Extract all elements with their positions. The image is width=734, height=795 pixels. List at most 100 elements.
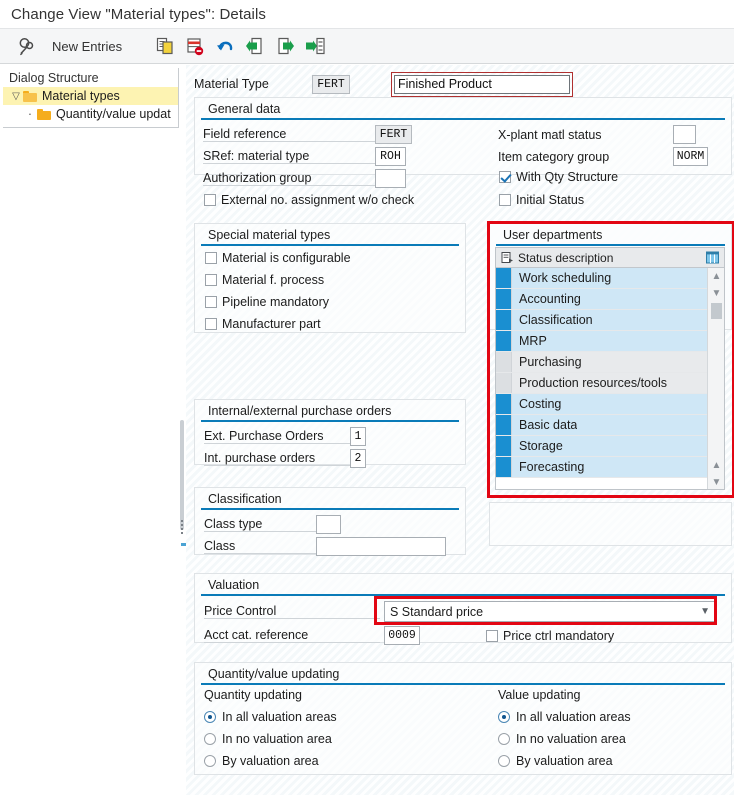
display-change-icon[interactable] (12, 31, 42, 61)
class-label: Class (204, 539, 316, 554)
authorization-group-row: Authorization group (203, 168, 453, 189)
class-row: Class (204, 536, 454, 557)
pipeline-mandatory-checkbox[interactable] (205, 296, 217, 308)
window-title: Change View "Material types": Details (11, 5, 267, 23)
pipeline-mandatory-row[interactable]: Pipeline mandatory (205, 295, 329, 309)
value-option-label: By valuation area (516, 754, 613, 768)
class-type-row: Class type (204, 514, 454, 535)
tree-item-label: Quantity/value updat (56, 107, 171, 121)
material-type-description-field[interactable]: Finished Product (391, 71, 573, 97)
splitter-grip[interactable] (181, 520, 183, 538)
folder-icon (37, 108, 51, 120)
value-in-all-valuation-areas-radio[interactable] (498, 711, 510, 723)
last-entry-icon[interactable] (300, 31, 330, 61)
with-qty-structure-row[interactable]: With Qty Structure (499, 170, 618, 184)
focus-edge (391, 71, 573, 97)
price-ctrl-mandatory-checkbox[interactable] (486, 629, 498, 642)
acct-cat-reference-row: Acct cat. reference 0009 Price ctrl mand… (204, 625, 724, 646)
special-material-types-title: Special material types (201, 226, 459, 246)
value-option-label: In all valuation areas (516, 710, 631, 724)
price-ctrl-mandatory-row[interactable]: Price ctrl mandatory (486, 629, 614, 643)
delete-icon[interactable] (180, 31, 210, 61)
general-data-group: General data Field reference FERT SRef: … (194, 97, 732, 207)
xplant-matl-status-label: X-plant matl status (498, 127, 602, 142)
previous-entry-icon[interactable] (240, 31, 270, 61)
material-type-row: Material Type FERT Finished Product (194, 71, 734, 97)
material-type-label: Material Type (194, 77, 269, 91)
class-type-input[interactable] (316, 515, 341, 534)
value-in-no-valuation-area-radio[interactable] (498, 733, 510, 745)
tree-item-material-types[interactable]: ▽ Material types (3, 87, 178, 105)
material-is-configurable-checkbox[interactable] (205, 252, 217, 264)
user-departments-footer-panel (489, 502, 732, 546)
value-by-valuation-area-row[interactable]: By valuation area (498, 750, 734, 772)
pane-splitter[interactable] (179, 65, 186, 795)
material-is-configurable-label: Material is configurable (222, 251, 351, 265)
quantity-in-all-valuation-areas-radio[interactable] (204, 711, 216, 723)
initial-status-row[interactable]: Initial Status (499, 193, 584, 207)
quantity-by-valuation-area-radio[interactable] (204, 755, 216, 767)
ext-purchase-orders-label: Ext. Purchase Orders (204, 429, 350, 444)
main-area: Dialog Structure ▽ Material types · Quan… (0, 65, 734, 795)
manufacturer-part-row[interactable]: Manufacturer part (205, 317, 321, 331)
dialog-structure-pane: Dialog Structure ▽ Material types · Quan… (3, 68, 179, 128)
authorization-group-input[interactable] (375, 169, 406, 188)
material-f-process-label: Material f. process (222, 273, 325, 287)
value-in-all-valuation-areas-row[interactable]: In all valuation areas (498, 706, 734, 728)
initial-status-label: Initial Status (516, 193, 585, 207)
item-category-group-value[interactable]: NORM (673, 147, 708, 166)
value-in-no-valuation-area-row[interactable]: In no valuation area (498, 728, 734, 750)
int-purchase-orders-input[interactable]: 2 (350, 449, 366, 468)
material-is-configurable-row[interactable]: Material is configurable (205, 251, 351, 265)
copy-icon[interactable] (150, 31, 180, 61)
external-no-assignment-row[interactable]: External no. assignment w/o check (204, 193, 414, 207)
ext-purchase-orders-input[interactable]: 1 (350, 427, 366, 446)
pipeline-mandatory-label: Pipeline mandatory (222, 295, 330, 309)
external-no-assignment-checkbox[interactable] (204, 194, 216, 206)
class-type-label: Class type (204, 517, 316, 532)
item-category-group-label: Item category group (498, 149, 610, 164)
material-f-process-checkbox[interactable] (205, 274, 217, 286)
bullet-icon: · (27, 107, 33, 121)
with-qty-structure-label: With Qty Structure (516, 170, 619, 184)
tree-item-quantity-value-updating[interactable]: · Quantity/value updat (3, 105, 178, 123)
quantity-by-valuation-area-row[interactable]: By valuation area (204, 750, 454, 772)
sref-material-type-value[interactable]: ROH (375, 147, 406, 166)
authorization-group-label: Authorization group (203, 171, 375, 186)
details-form: Material Type FERT Finished Product Gene… (186, 65, 734, 795)
material-f-process-row[interactable]: Material f. process (205, 273, 324, 287)
value-by-valuation-area-radio[interactable] (498, 755, 510, 767)
general-data-title: General data (201, 100, 725, 120)
quantity-in-all-valuation-areas-row[interactable]: In all valuation areas (204, 706, 454, 728)
value-updating-column: Value updating In all valuation areas In… (498, 688, 734, 772)
splitter-bar[interactable] (180, 420, 184, 530)
toolbar: New Entries (0, 28, 734, 64)
tree-item-label: Material types (42, 89, 120, 103)
focus-corner (567, 71, 573, 78)
quantity-in-no-valuation-area-row[interactable]: In no valuation area (204, 728, 454, 750)
field-reference-label: Field reference (203, 127, 375, 142)
field-reference-value[interactable]: FERT (375, 125, 412, 144)
price-control-label: Price Control (204, 604, 380, 619)
manufacturer-part-checkbox[interactable] (205, 318, 217, 330)
price-control-highlight (374, 596, 717, 625)
undo-icon[interactable] (210, 31, 240, 61)
class-input[interactable] (316, 537, 446, 556)
with-qty-structure-checkbox[interactable] (499, 171, 511, 183)
initial-status-checkbox[interactable] (499, 194, 511, 206)
classification-title: Classification (201, 490, 459, 510)
xplant-matl-status-input[interactable] (673, 125, 696, 144)
int-purchase-orders-label: Int. purchase orders (204, 451, 350, 466)
int-purchase-orders-row: Int. purchase orders 2 (204, 448, 454, 469)
valuation-title: Valuation (201, 576, 725, 596)
focus-corner (567, 90, 573, 97)
folder-icon (23, 90, 37, 102)
qty-value-updating-title: Quantity/value updating (201, 665, 725, 685)
chevron-down-icon[interactable]: ▽ (9, 91, 23, 102)
value-option-label: In no valuation area (516, 732, 626, 746)
acct-cat-reference-input[interactable]: 0009 (384, 626, 420, 645)
new-entries-button[interactable]: New Entries (42, 31, 132, 61)
window-titlebar: Change View "Material types": Details (0, 0, 734, 28)
quantity-in-no-valuation-area-radio[interactable] (204, 733, 216, 745)
next-entry-icon[interactable] (270, 31, 300, 61)
